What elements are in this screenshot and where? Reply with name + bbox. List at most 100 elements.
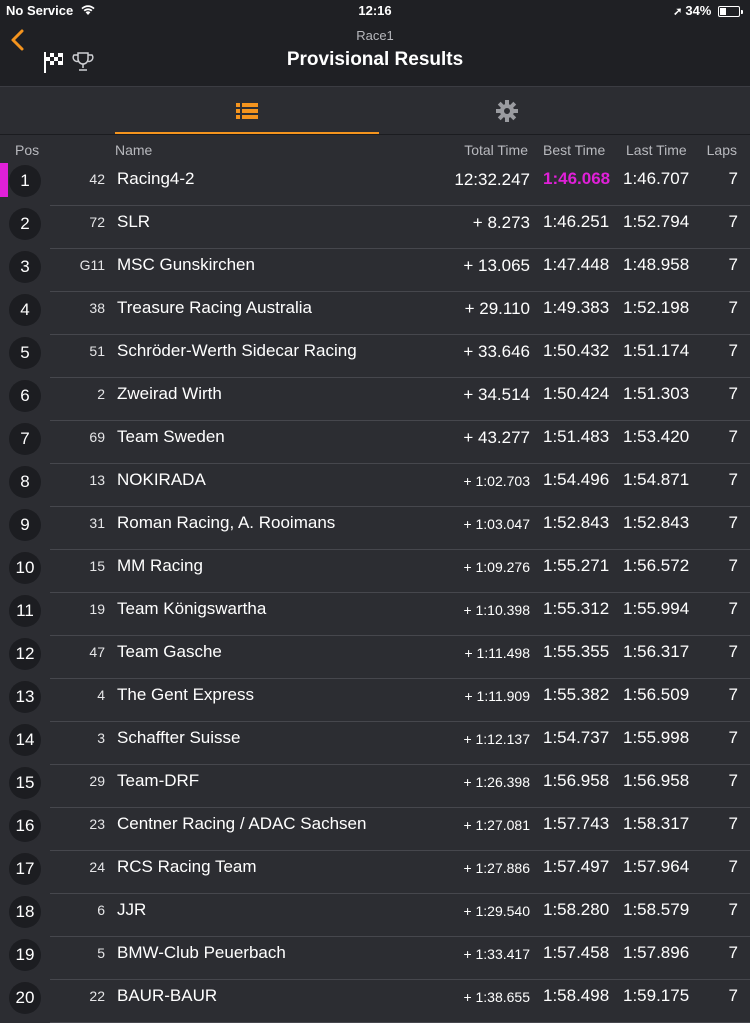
table-row[interactable]: 16 23 Centner Racing / ADAC Sachsen + 1:27.… [0, 808, 750, 851]
team-name: Team Gasche [117, 642, 222, 661]
laps-count: 7 [728, 384, 738, 403]
position-badge: 9 [9, 509, 41, 541]
col-name[interactable]: Name [115, 142, 152, 158]
best-time: 1:55.312 [543, 599, 610, 618]
position-badge: 19 [9, 939, 41, 971]
team-name: Treasure Racing Australia [117, 298, 312, 317]
table-row[interactable]: 2 72 SLR + 8.273 1:46.251 1:52.794 7 [0, 206, 750, 249]
table-row[interactable]: 8 13 NOKIRADA + 1:02.703 1:54.496 1:54.871 7 [0, 464, 750, 507]
table-row[interactable]: 17 24 RCS Racing Team + 1:27.886 1:57.497 1:5… [0, 851, 750, 894]
total-time: + 1:26.398 [463, 774, 530, 790]
table-row[interactable]: 10 15 MM Racing + 1:09.276 1:55.271 1:56.572 7 [0, 550, 750, 593]
table-row[interactable]: 7 69 Team Sweden + 43.277 1:51.483 1:53.420 7 [0, 421, 750, 464]
battery-status: ➚ 34% [673, 3, 743, 18]
car-number: 42 [89, 171, 105, 187]
battery-percent: 34% [685, 3, 712, 18]
position-badge: 1 [9, 165, 41, 197]
table-row[interactable]: 5 51 Schröder-Werth Sidecar Racing + 33.646… [0, 335, 750, 378]
total-time: + 1:38.655 [463, 989, 530, 1005]
position-badge: 6 [9, 380, 41, 412]
total-time: 12:32.247 [454, 170, 530, 189]
car-number: 3 [97, 730, 105, 746]
table-row[interactable]: 15 29 Team-DRF + 1:26.398 1:56.958 1:56.958 7 [0, 765, 750, 808]
laps-count: 7 [728, 814, 738, 833]
laps-count: 7 [728, 255, 738, 274]
laps-count: 7 [728, 986, 738, 1005]
last-time: 1:58.317 [623, 814, 690, 833]
total-time: + 1:27.886 [463, 860, 530, 876]
last-time: 1:54.871 [623, 470, 690, 489]
tab-results-list[interactable] [115, 87, 379, 134]
table-row[interactable]: 6 2 Zweirad Wirth + 34.514 1:50.424 1:51.303 7 [0, 378, 750, 421]
last-time: 1:53.420 [623, 427, 690, 446]
laps-count: 7 [728, 169, 738, 188]
car-number: 31 [89, 515, 105, 531]
table-row[interactable]: 18 6 JJR + 1:29.540 1:58.280 1:58.579 7 [0, 894, 750, 937]
car-number: 15 [89, 558, 105, 574]
total-time: + 1:03.047 [463, 516, 530, 532]
table-row[interactable]: 11 19 Team Königswartha + 1:10.398 1:55.312 1… [0, 593, 750, 636]
position-badge: 5 [9, 337, 41, 369]
table-row[interactable]: 14 3 Schaffter Suisse + 1:12.137 1:54.737 1:5… [0, 722, 750, 765]
last-time: 1:55.998 [623, 728, 690, 747]
car-number: 29 [89, 773, 105, 789]
car-number: 4 [97, 687, 105, 703]
race-name: Race1 [356, 28, 394, 43]
position-badge: 18 [9, 896, 41, 928]
laps-count: 7 [728, 900, 738, 919]
table-row[interactable]: 20 22 BAUR-BAUR + 1:38.655 1:58.498 1:59.175 7 [0, 980, 750, 1023]
position-badge: 10 [9, 552, 41, 584]
total-time: + 33.646 [463, 342, 530, 361]
col-laps[interactable]: Laps [707, 142, 737, 158]
col-pos[interactable]: Pos [15, 142, 39, 158]
table-row[interactable]: 3 G11 MSC Gunskirchen + 13.065 1:47.448 1:48.… [0, 249, 750, 292]
tab-settings[interactable] [375, 87, 639, 134]
position-badge: 3 [9, 251, 41, 283]
best-time: 1:54.496 [543, 470, 610, 489]
best-time: 1:46.068 [543, 169, 611, 188]
page-title: Provisional Results [286, 49, 464, 70]
fastest-lap-indicator [0, 163, 8, 197]
table-row[interactable]: 4 38 Treasure Racing Australia + 29.110 1:49… [0, 292, 750, 335]
car-number: 72 [89, 214, 105, 230]
team-name: Team Sweden [117, 427, 225, 446]
results-table: 1 42 Racing4-2 12:32.247 1:46.068 1:46.707 7 2 7… [0, 163, 750, 1023]
position-badge: 20 [9, 982, 41, 1014]
team-name: MM Racing [117, 556, 203, 575]
laps-count: 7 [728, 599, 738, 618]
col-total-time[interactable]: Total Time [464, 142, 528, 158]
col-best-time[interactable]: Best Time [543, 142, 605, 158]
last-time: 1:58.579 [623, 900, 690, 919]
laps-count: 7 [728, 341, 738, 360]
car-number: 24 [89, 859, 105, 875]
laps-count: 7 [728, 685, 738, 704]
table-row[interactable]: 19 5 BMW-Club Peuerbach + 1:33.417 1:57.458 1… [0, 937, 750, 980]
position-badge: 4 [9, 294, 41, 326]
laps-count: 7 [728, 771, 738, 790]
gear-icon [496, 99, 518, 122]
position-badge: 12 [9, 638, 41, 670]
last-time: 1:57.964 [623, 857, 690, 876]
car-number: 19 [89, 601, 105, 617]
table-row[interactable]: 13 4 The Gent Express + 1:11.909 1:55.382 1:5… [0, 679, 750, 722]
last-time: 1:56.958 [623, 771, 690, 790]
best-time: 1:54.737 [543, 728, 610, 747]
best-time: 1:47.448 [543, 255, 610, 274]
nav-bar: Race1 Provisional Results [0, 20, 750, 87]
table-row[interactable]: 12 47 Team Gasche + 1:11.498 1:55.355 1:56.31… [0, 636, 750, 679]
col-last-time[interactable]: Last Time [626, 142, 687, 158]
laps-count: 7 [728, 642, 738, 661]
laps-count: 7 [728, 728, 738, 747]
team-name: SLR [117, 212, 151, 231]
table-row[interactable]: 9 31 Roman Racing, A. Rooimans + 1:03.047 1:… [0, 507, 750, 550]
laps-count: 7 [728, 857, 738, 876]
results-table-header: Pos Name Total Time Best Time Last Time … [0, 136, 750, 162]
car-number: 38 [89, 300, 105, 316]
table-row[interactable]: 1 42 Racing4-2 12:32.247 1:46.068 1:46.707 7 [0, 163, 750, 206]
best-time: 1:57.458 [543, 943, 610, 962]
team-name: NOKIRADA [117, 470, 206, 489]
position-badge: 8 [9, 466, 41, 498]
best-time: 1:49.383 [543, 298, 610, 317]
car-number: 51 [89, 343, 105, 359]
team-name: The Gent Express [117, 685, 255, 704]
